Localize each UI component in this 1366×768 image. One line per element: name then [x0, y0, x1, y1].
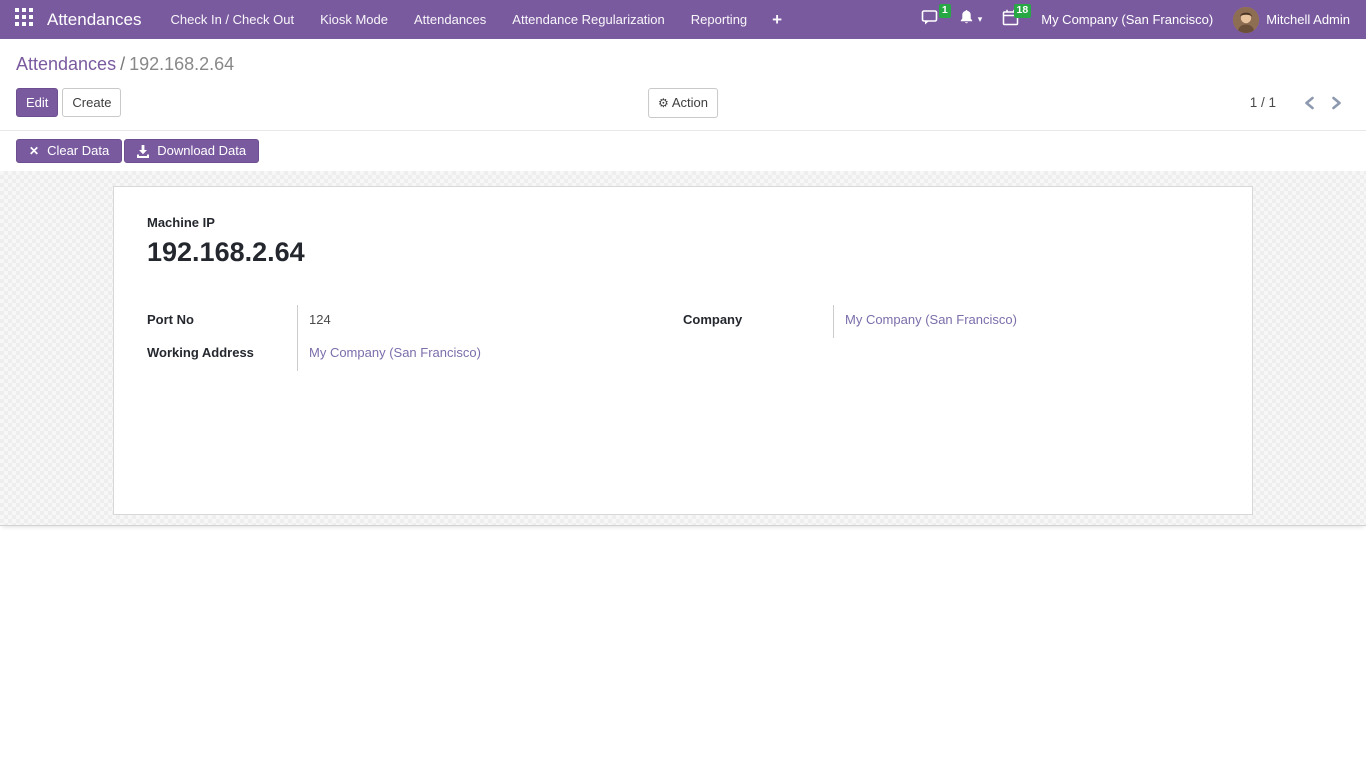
calendar-button[interactable]: 18 [992, 0, 1032, 39]
chevron-down-icon: ▾ [977, 14, 983, 24]
apps-grid-icon [14, 8, 33, 31]
field-row-company: Company My Company (San Francisco) [683, 305, 1219, 338]
download-icon [137, 144, 150, 158]
port-no-label: Port No [147, 312, 194, 327]
menu-kiosk-mode[interactable]: Kiosk Mode [307, 0, 401, 39]
clear-data-button[interactable]: ✕ Clear Data [16, 139, 123, 163]
field-group-left: Port No 124 Working Address My Company (… [147, 305, 683, 371]
control-panel: Attendances/192.168.2.64 Edit Create ⚙ Ac… [0, 39, 1366, 130]
working-address-value: My Company (San Francisco) [297, 338, 683, 371]
gear-icon: ⚙ [658, 95, 669, 110]
field-row-port: Port No 124 [147, 305, 683, 338]
company-switcher[interactable]: My Company (San Francisco) [1029, 12, 1225, 27]
chevron-left-icon [1305, 96, 1314, 109]
clear-x-icon: ✕ [29, 144, 40, 158]
field-group: Port No 124 Working Address My Company (… [147, 305, 1219, 371]
company-link[interactable]: My Company (San Francisco) [845, 312, 1017, 327]
action-button-label: Action [671, 94, 708, 110]
apps-menu-button[interactable] [0, 0, 47, 39]
avatar [1233, 6, 1260, 33]
menu-attendances[interactable]: Attendances [401, 0, 499, 39]
field-group-right: Company My Company (San Francisco) [683, 305, 1219, 371]
breadcrumb-separator: / [120, 54, 126, 74]
activities-button[interactable]: ▾ [949, 0, 993, 39]
field-row-working-address: Working Address My Company (San Francisc… [147, 338, 683, 371]
download-data-label: Download Data [157, 143, 247, 158]
breadcrumb-current: 192.168.2.64 [129, 54, 235, 74]
control-panel-buttons: Edit Create ⚙ Action 1 / 1 [16, 87, 1350, 118]
menu-attendance-regularization[interactable]: Attendance Regularization [499, 0, 678, 39]
systray: 1 ▾ 18 My Company (San Francisco) Mitche… [911, 0, 1352, 39]
breadcrumb: Attendances/192.168.2.64 [16, 54, 1350, 75]
breadcrumb-parent-link[interactable]: Attendances [16, 54, 116, 74]
messages-button[interactable]: 1 [911, 0, 951, 39]
pager-next-button[interactable] [1323, 96, 1350, 110]
menu-reporting[interactable]: Reporting [678, 0, 760, 39]
action-button[interactable]: ⚙ Action [648, 87, 718, 118]
main-menu: Check In / Check Out Kiosk Mode Attendan… [158, 0, 795, 39]
clear-data-label: Clear Data [47, 143, 110, 158]
user-menu[interactable]: Mitchell Admin [1225, 6, 1352, 33]
company-value: My Company (San Francisco) [833, 305, 1219, 338]
create-button[interactable]: Create [62, 88, 122, 117]
edit-button[interactable]: Edit [16, 88, 59, 117]
app-brand-title[interactable]: Attendances [47, 10, 142, 30]
plus-icon[interactable]: + [760, 0, 794, 39]
form-view-background: Machine IP 192.168.2.64 Port No 124 Work… [0, 171, 1366, 526]
calendar-badge: 18 [1013, 4, 1032, 18]
bell-icon [959, 9, 974, 30]
download-data-button[interactable]: Download Data [124, 139, 260, 163]
form-sheet: Machine IP 192.168.2.64 Port No 124 Work… [113, 186, 1253, 515]
form-statusbar: ✕ Clear Data Download Data [0, 130, 1366, 171]
chat-bubble-icon [921, 9, 939, 31]
working-address-label: Working Address [147, 345, 254, 360]
menu-check-in-check-out[interactable]: Check In / Check Out [158, 0, 308, 39]
pager: 1 / 1 [1250, 95, 1350, 110]
chevron-right-icon [1332, 96, 1341, 109]
working-address-link[interactable]: My Company (San Francisco) [309, 345, 481, 360]
port-no-value: 124 [297, 305, 683, 338]
machine-ip-value: 192.168.2.64 [147, 237, 305, 267]
top-navbar: Attendances Check In / Check Out Kiosk M… [0, 0, 1366, 39]
pager-previous-button[interactable] [1296, 96, 1323, 110]
pager-value: 1 / 1 [1249, 95, 1276, 110]
user-name: Mitchell Admin [1266, 12, 1350, 27]
company-label: Company [683, 312, 743, 327]
machine-ip-label: Machine IP [147, 215, 215, 230]
